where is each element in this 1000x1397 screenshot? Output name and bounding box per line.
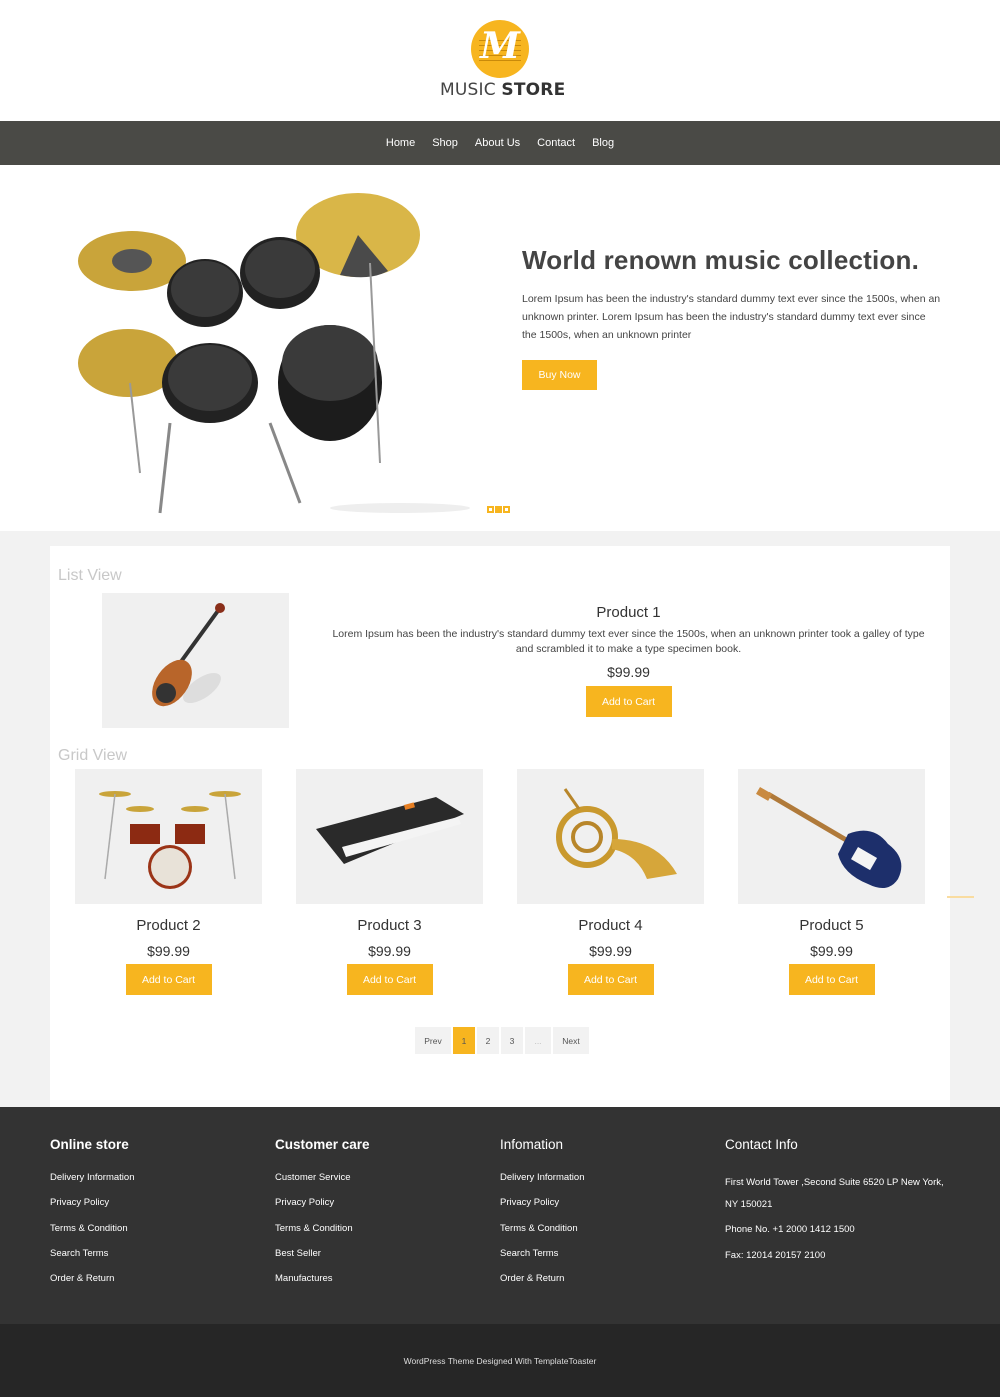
footer-link[interactable]: Privacy Policy [50,1197,270,1222]
products-panel: List View Product 1 Lorem Ipsum has been… [50,546,950,1107]
footer-link[interactable]: Search Terms [50,1248,270,1273]
pagination-ellipsis: ... [525,1027,551,1054]
product-2-name[interactable]: Product 2 [75,917,262,934]
hero-title: World renown music collection. [522,245,920,275]
footer-link[interactable]: Search Terms [500,1248,720,1273]
product-4-image[interactable] [517,769,704,904]
nav-contact[interactable]: Contact [537,137,575,149]
footer-link[interactable]: Privacy Policy [275,1197,495,1222]
product-3-name[interactable]: Product 3 [296,917,483,934]
add-to-cart-button-2[interactable]: Add to Cart [125,964,212,995]
scroll-marker [947,896,974,898]
main-nav: Home Shop About Us Contact Blog [0,121,1000,165]
site-header: M MUSIC STORE [0,0,1000,121]
electric-guitar-icon [756,787,902,888]
logo-text: MUSIC STORE [440,80,566,100]
nav-blog[interactable]: Blog [592,137,614,149]
contact-phone: Phone No. +1 2000 1412 1500 [725,1224,855,1235]
hero-slider: World renown music collection. Lorem Ips… [0,165,1000,531]
logo[interactable]: M MUSIC STORE [440,20,566,100]
violin-icon [152,603,225,707]
pagination: Prev 1 2 3 ... Next [415,1027,589,1054]
footer-column-title: Contact Info [725,1137,798,1152]
product-card-5: Product 5 $99.99 Add to Cart [738,769,925,995]
product-1-info: Product 1 Lorem Ipsum has been the indus… [330,604,927,717]
footer-column-title: Customer care [275,1137,370,1152]
footer-column-online-store: Online store Delivery Information Privac… [50,1137,270,1298]
footer-link[interactable]: Privacy Policy [500,1197,720,1222]
nav-about-us[interactable]: About Us [475,137,520,149]
product-card-4: Product 4 $99.99 Add to Cart [517,769,704,995]
products-section: List View Product 1 Lorem Ipsum has been… [0,531,1000,1107]
copyright-text[interactable]: WordPress Theme Designed With TemplateTo… [404,1356,597,1366]
footer-link[interactable]: Order & Return [50,1273,270,1298]
product-1-name[interactable]: Product 1 [330,604,927,621]
keyboard-icon [316,797,464,864]
product-1-description: Lorem Ipsum has been the industry's stan… [332,628,925,655]
footer-link[interactable]: Terms & Condition [275,1223,495,1248]
hero-text: Lorem Ipsum has been the industry's stan… [522,293,941,341]
add-to-cart-button-1[interactable]: Add to Cart [585,686,672,717]
footer-link[interactable]: Customer Service [275,1172,495,1197]
footer-column-information: Infomation Delivery Information Privacy … [500,1137,720,1298]
product-card-3: Product 3 $99.99 Add to Cart [296,769,483,995]
slider-dot-3[interactable] [503,506,510,513]
grid-view-label: Grid View [58,747,128,764]
add-to-cart-button-3[interactable]: Add to Cart [346,964,433,995]
footer-link[interactable]: Terms & Condition [500,1223,720,1248]
contact-address: First World Tower ,Second Suite 6520 LP … [725,1177,944,1210]
footer-column-title: Online store [50,1137,129,1152]
nav-home[interactable]: Home [386,137,415,149]
buy-now-button[interactable]: Buy Now [522,360,597,390]
product-3-price: $99.99 [368,943,411,959]
footer-column-customer-care: Customer care Customer Service Privacy P… [275,1137,495,1298]
pagination-page-2[interactable]: 2 [477,1027,499,1054]
slider-dots [487,506,510,513]
footer-link[interactable]: Delivery Information [50,1172,270,1197]
pagination-next[interactable]: Next [553,1027,589,1054]
contact-fax: Fax: 12014 20157 2100 [725,1249,826,1261]
product-2-price: $99.99 [147,943,190,959]
product-1-image[interactable] [102,593,289,728]
add-to-cart-button-4[interactable]: Add to Cart [567,964,654,995]
product-2-image[interactable] [75,769,262,904]
product-4-price: $99.99 [589,943,632,959]
copyright-bar: WordPress Theme Designed With TemplateTo… [0,1324,1000,1397]
nav-shop[interactable]: Shop [432,137,458,149]
slider-dot-1[interactable] [487,506,494,513]
footer-link[interactable]: Delivery Information [500,1172,720,1197]
footer-link[interactable]: Terms & Condition [50,1223,270,1248]
logo-icon: M [471,20,529,78]
slider-dot-2[interactable] [495,506,502,513]
drum-set-icon [99,791,241,889]
pagination-page-1[interactable]: 1 [453,1027,475,1054]
footer-column-contact: Contact Info First World Tower ,Second S… [725,1137,945,1270]
list-view-label: List View [58,567,122,584]
product-card-2: Product 2 $99.99 Add to Cart [75,769,262,995]
footer-link[interactable]: Best Seller [275,1248,495,1273]
product-1-price: $99.99 [607,664,650,680]
footer-link[interactable]: Manufactures [275,1273,495,1298]
product-4-name[interactable]: Product 4 [517,917,704,934]
product-5-price: $99.99 [810,943,853,959]
site-footer: Online store Delivery Information Privac… [0,1107,1000,1324]
product-3-image[interactable] [296,769,483,904]
footer-column-title: Infomation [500,1137,564,1152]
pagination-page-3[interactable]: 3 [501,1027,523,1054]
add-to-cart-button-5[interactable]: Add to Cart [788,964,875,995]
drum-kit-image [78,193,470,514]
footer-link[interactable]: Order & Return [500,1273,720,1298]
french-horn-icon [556,788,677,879]
product-5-name[interactable]: Product 5 [738,917,925,934]
product-5-image[interactable] [738,769,925,904]
pagination-prev[interactable]: Prev [415,1027,451,1054]
